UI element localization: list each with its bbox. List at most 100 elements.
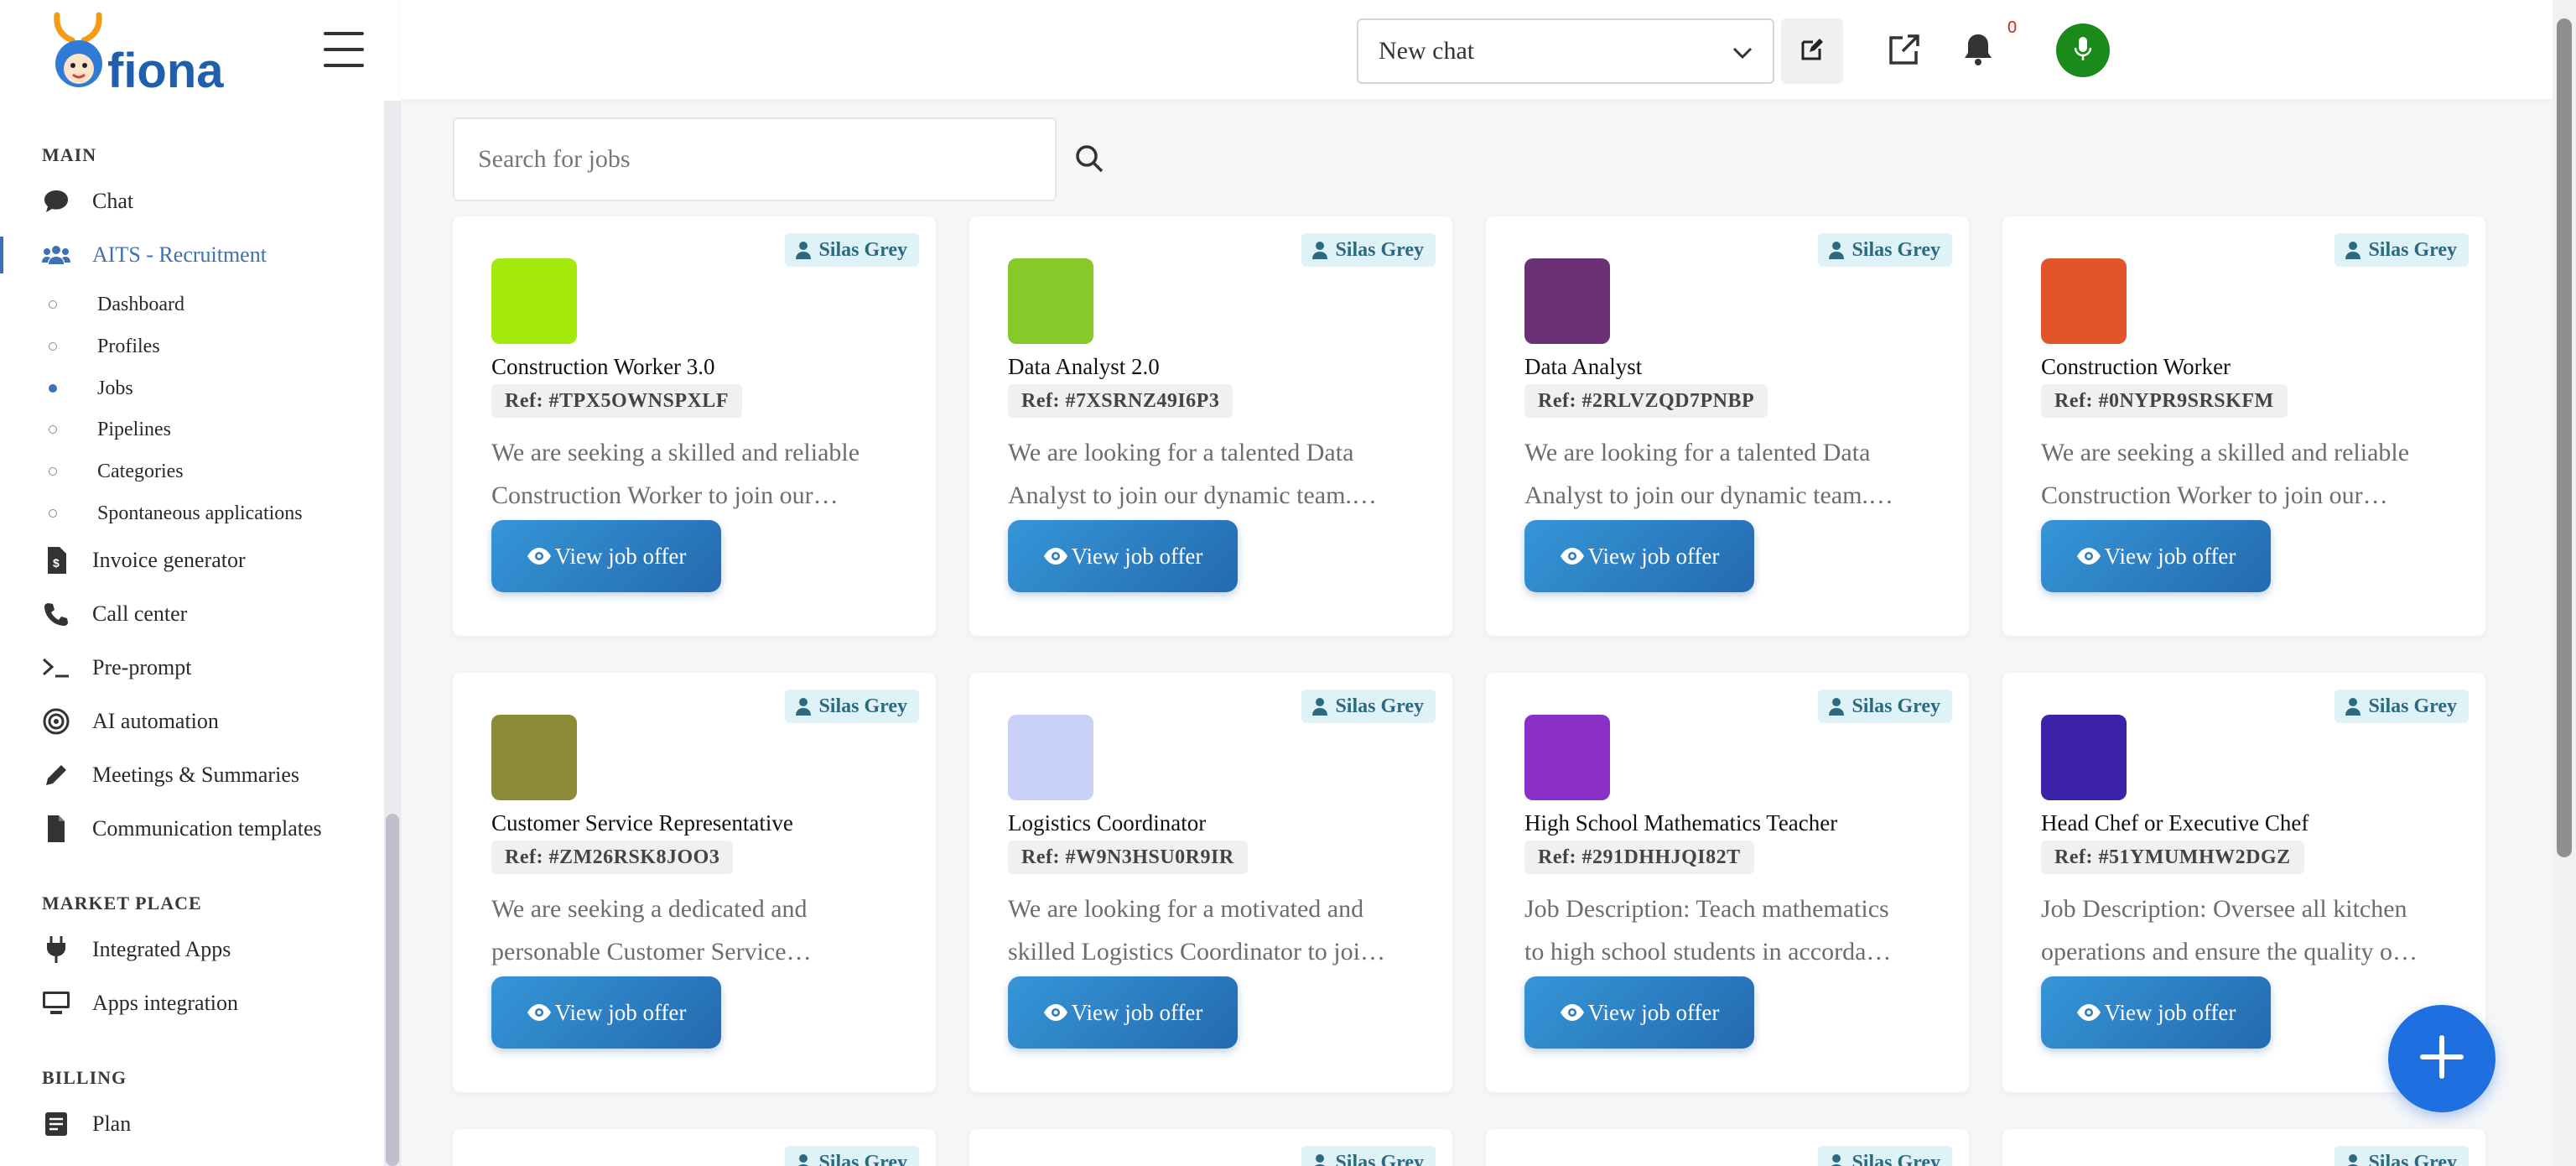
new-chat-edit-button[interactable] [1781, 18, 1843, 84]
job-title[interactable]: Logistics Coordinator [1008, 810, 1206, 836]
view-job-offer-label: View job offer [554, 543, 687, 569]
eye-icon [2076, 1003, 2101, 1022]
sidebar-item-label: Pre-prompt [92, 655, 192, 679]
job-ref-badge: Ref: #W9N3HSU0R9IR [1008, 841, 1248, 874]
job-title[interactable]: Data Analyst 2.0 [1008, 354, 1160, 380]
sidebar-item-invoice-generator[interactable]: $ Invoice generator [0, 537, 384, 584]
job-description-line: We are looking for a motivated and [1008, 895, 1364, 923]
job-ref-badge: Ref: #0NYPR9SRSKFM [2041, 384, 2288, 418]
owner-name: Silas Grey [818, 238, 907, 261]
view-job-offer-button[interactable]: View job offer [1008, 976, 1238, 1049]
job-title[interactable]: High School Mathematics Teacher [1524, 810, 1837, 836]
search-jobs-input[interactable] [453, 117, 1057, 201]
job-card: Silas Grey [969, 1129, 1452, 1166]
job-description-line: We are looking for a talented Data [1008, 439, 1354, 466]
fiona-logo[interactable]: fiona [47, 10, 240, 98]
voice-button[interactable] [2056, 23, 2110, 77]
user-icon [1311, 1153, 1328, 1166]
view-job-offer-button[interactable]: View job offer [1524, 976, 1754, 1049]
view-job-offer-button[interactable]: View job offer [491, 976, 721, 1049]
job-description-line: Job Description: Teach mathematics [1524, 895, 1889, 923]
job-title[interactable]: Customer Service Representative [491, 810, 793, 836]
sidebar-item-communication-templates[interactable]: Communication templates [0, 805, 384, 852]
sidebar-item-pre-prompt[interactable]: Pre-prompt [0, 644, 384, 691]
job-title[interactable]: Head Chef or Executive Chef [2041, 810, 2309, 836]
owner-badge: Silas Grey [1818, 1146, 1952, 1166]
page-scrollbar[interactable] [2553, 0, 2576, 1166]
user-icon [1311, 697, 1328, 716]
view-job-offer-button[interactable]: View job offer [2041, 976, 2271, 1049]
job-description: Job Description: Oversee all kitchen oper… [2041, 888, 2444, 973]
sidebar-subitem-categories[interactable]: Categories [0, 451, 384, 492]
notifications-button[interactable] [1952, 25, 2004, 77]
job-description-line: Analyst to join our dynamic team.… [1008, 481, 1377, 509]
job-ref-badge: Ref: #TPX5OWNSPXLF [491, 384, 742, 418]
bullet-icon [49, 342, 57, 351]
job-card: Silas Grey Customer Service Representativ… [453, 673, 936, 1092]
sidebar-item-label: Chat [92, 189, 134, 213]
view-job-offer-label: View job offer [1587, 999, 1720, 1025]
terminal-icon [42, 653, 70, 682]
sidebar-subitem-jobs[interactable]: Jobs [0, 368, 384, 409]
eye-icon [1043, 547, 1068, 565]
logo-text: fiona [107, 44, 224, 94]
job-color-swatch [2041, 715, 2127, 800]
sidebar-item-ai-automation[interactable]: AI automation [0, 698, 384, 745]
sidebar-item-meetings-summaries[interactable]: Meetings & Summaries [0, 752, 384, 799]
view-job-offer-button[interactable]: View job offer [2041, 520, 2271, 592]
users-icon [42, 241, 70, 269]
chat-select-value: New chat [1379, 37, 1475, 65]
invoice-icon: $ [42, 546, 70, 575]
sidebar-item-integrated-apps[interactable]: Integrated Apps [0, 926, 384, 973]
sidebar-scrollbar-thumb[interactable] [386, 814, 399, 1166]
view-job-offer-button[interactable]: View job offer [1524, 520, 1754, 592]
sidebar-scrollbar[interactable] [384, 101, 401, 1166]
job-title[interactable]: Construction Worker [2041, 354, 2231, 380]
owner-name: Silas Grey [1335, 695, 1424, 717]
owner-name: Silas Grey [1852, 695, 1940, 717]
plus-icon [2419, 1034, 2464, 1084]
view-job-offer-button[interactable]: View job offer [1008, 520, 1238, 592]
search-button[interactable] [1070, 141, 1109, 180]
menu-toggle-button[interactable] [324, 32, 364, 67]
user-icon [2345, 241, 2361, 259]
bullet-icon [49, 467, 57, 476]
sidebar-subitem-pipelines[interactable]: Pipelines [0, 409, 384, 450]
sidebar-item-chat[interactable]: Chat [0, 178, 384, 225]
chevron-down-icon [1732, 37, 1753, 65]
user-icon [1828, 241, 1845, 259]
add-job-button[interactable] [2388, 1005, 2496, 1112]
job-description-line: to high school students in accorda… [1524, 938, 1892, 966]
sidebar-item-aits-recruitment[interactable]: AITS - Recruitment [0, 232, 384, 278]
owner-name: Silas Grey [1335, 238, 1424, 261]
sidebar-subitem-dashboard[interactable]: Dashboard [0, 284, 384, 325]
job-color-swatch [1008, 258, 1093, 344]
job-ref-badge: Ref: #2RLVZQD7PNBP [1524, 384, 1768, 418]
bullet-icon [49, 509, 57, 518]
chat-select-dropdown[interactable]: New chat [1357, 18, 1774, 84]
user-icon [1828, 1153, 1845, 1166]
sidebar-item-label: Plan [92, 1111, 132, 1136]
sidebar-subitem-label: Pipelines [97, 418, 171, 440]
eye-icon [1043, 1003, 1068, 1022]
view-job-offer-button[interactable]: View job offer [491, 520, 721, 592]
job-color-swatch [2041, 258, 2127, 344]
section-market-place: MARKET PLACE [42, 893, 202, 914]
open-external-button[interactable] [1878, 25, 1930, 77]
book-icon [42, 1110, 70, 1138]
page-scrollbar-thumb[interactable] [2557, 18, 2572, 857]
svg-text:$: $ [53, 556, 60, 570]
job-title[interactable]: Construction Worker 3.0 [491, 354, 715, 380]
sidebar-subitem-profiles[interactable]: Profiles [0, 326, 384, 367]
sidebar-item-call-center[interactable]: Call center [0, 591, 384, 638]
sidebar-subitem-spontaneous-applications[interactable]: Spontaneous applications [0, 493, 384, 534]
sidebar-subitem-label: Categories [97, 460, 184, 482]
eye-icon [2076, 547, 2101, 565]
sidebar-item-label: Call center [92, 601, 188, 626]
sidebar-item-plan[interactable]: Plan [0, 1101, 384, 1148]
job-ref-badge: Ref: #51YMUMHW2DGZ [2041, 841, 2304, 874]
user-icon [795, 697, 812, 716]
sidebar-item-apps-integration[interactable]: Apps integration [0, 980, 384, 1027]
user-icon [1828, 697, 1845, 716]
job-title[interactable]: Data Analyst [1524, 354, 1642, 380]
